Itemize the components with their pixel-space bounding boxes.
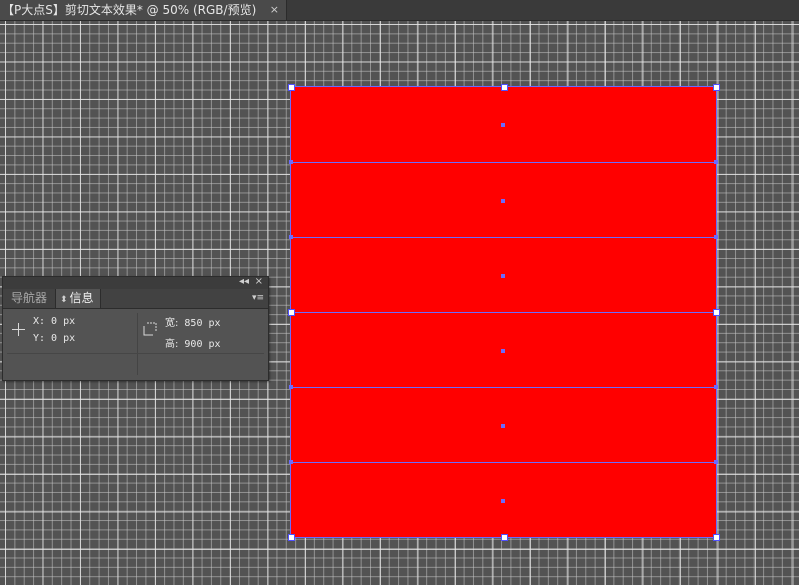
x-readout: X: 0 px <box>33 316 76 327</box>
selection-handle[interactable] <box>288 309 295 316</box>
panel-menu-icon[interactable]: ▾≡ <box>252 289 264 308</box>
guide-anchor-point <box>289 385 293 389</box>
artboard-strip[interactable] <box>291 387 716 462</box>
artboard-strip[interactable] <box>291 237 716 312</box>
width-readout: 宽: 850 px <box>165 314 221 329</box>
red-artboard[interactable] <box>288 84 720 541</box>
panel-divider <box>137 313 138 375</box>
panel-title-bar[interactable]: ◂◂ × <box>3 275 268 289</box>
guide-anchor-point <box>714 160 718 164</box>
tab-navigator[interactable]: 导航器 <box>5 289 53 308</box>
artboard-strip[interactable] <box>291 312 716 387</box>
close-icon[interactable]: × <box>270 0 279 20</box>
document-tab-title: 【P大点S】剪切文本效果* @ 50% (RGB/预览) <box>2 3 257 17</box>
collapse-icon[interactable]: ◂◂ <box>239 275 249 289</box>
height-label: 高: <box>165 339 179 350</box>
tab-info-label: 信息 <box>69 291 94 305</box>
center-point <box>501 423 505 428</box>
document-tab[interactable]: 【P大点S】剪切文本效果* @ 50% (RGB/预览) × <box>0 0 287 20</box>
selection-handle[interactable] <box>713 84 720 91</box>
center-point <box>501 198 505 203</box>
panel-separator <box>7 353 264 354</box>
info-panel: ◂◂ × 导航器 ⬍ 信息 ▾≡ X: 0 px Y: 0 px 宽: 850 p… <box>2 276 269 381</box>
center-point <box>501 348 505 353</box>
artboard-strip[interactable] <box>291 462 716 537</box>
document-tab-bar: 【P大点S】剪切文本效果* @ 50% (RGB/预览) × <box>0 0 799 21</box>
center-point <box>501 122 505 127</box>
sort-arrows-icon: ⬍ <box>60 295 68 305</box>
guide-anchor-point <box>714 235 718 239</box>
selection-handle[interactable] <box>288 534 295 541</box>
tab-info[interactable]: ⬍ 信息 <box>55 289 101 308</box>
artboard-strip[interactable] <box>291 87 716 162</box>
selection-handle[interactable] <box>713 534 720 541</box>
height-value: 900 px <box>184 339 221 350</box>
selection-handle[interactable] <box>500 534 508 541</box>
guide-anchor-point <box>289 160 293 164</box>
crosshair-icon <box>12 323 25 336</box>
height-readout: 高: 900 px <box>165 335 221 350</box>
panel-close-icon[interactable]: × <box>255 275 263 289</box>
y-readout: Y: 0 px <box>33 333 76 344</box>
center-point <box>501 273 505 278</box>
guide-anchor-point <box>289 235 293 239</box>
center-point <box>501 498 505 503</box>
width-value: 850 px <box>184 318 221 329</box>
guide-anchor-point <box>714 460 718 464</box>
artboard-strip[interactable] <box>291 162 716 237</box>
guide-anchor-point <box>714 385 718 389</box>
guide-anchor-point <box>289 460 293 464</box>
width-label: 宽: <box>165 318 179 329</box>
selection-handle[interactable] <box>500 84 508 91</box>
selection-handle[interactable] <box>288 84 295 91</box>
panel-tabs: 导航器 ⬍ 信息 ▾≡ <box>3 289 268 309</box>
selection-size-icon <box>143 322 157 336</box>
selection-handle[interactable] <box>713 309 720 316</box>
